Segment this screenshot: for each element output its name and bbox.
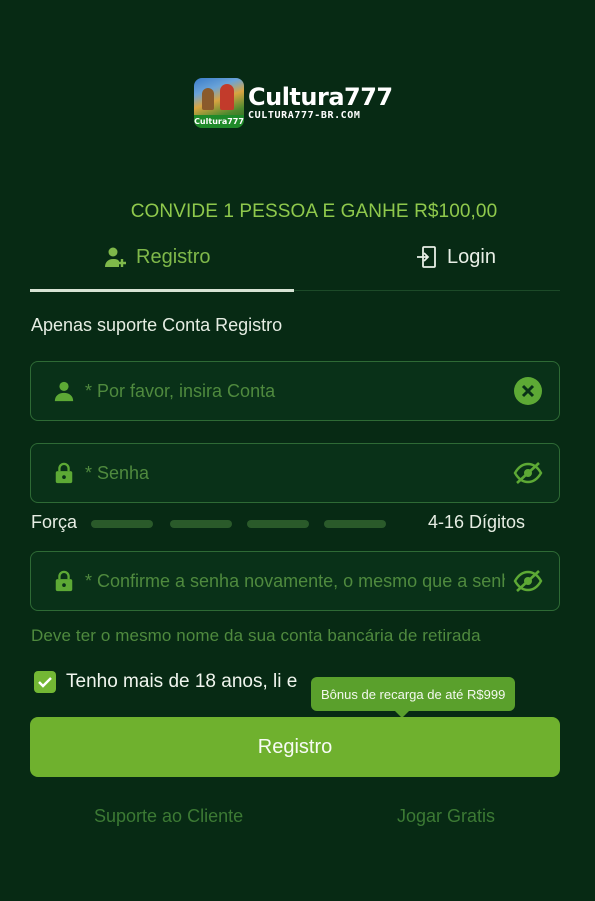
login-icon [417, 246, 436, 268]
add-user-icon [105, 247, 126, 267]
strength-bar [324, 520, 386, 528]
terms-checkbox[interactable] [34, 671, 56, 693]
account-info-text: Apenas suporte Conta Registro [31, 315, 283, 335]
play-free-link[interactable]: Jogar Gratis [397, 806, 495, 827]
logo-image: Cultura777 [194, 78, 244, 128]
clear-icon [514, 377, 542, 405]
account-field [30, 361, 560, 421]
lock-icon [55, 462, 73, 484]
tab-login[interactable]: Login [415, 245, 496, 269]
strength-digits: 4-16 Dígitos [428, 512, 526, 532]
strength-label: Força [31, 512, 78, 532]
bank-name-hint: Deve ter o mesmo nome da sua conta bancá… [31, 626, 481, 645]
terms-text: Tenho mais de 18 anos, li e [66, 671, 298, 692]
strength-bar [247, 520, 309, 528]
eye-off-icon [513, 570, 543, 592]
customer-support-link[interactable]: Suporte ao Cliente [94, 806, 243, 827]
user-icon [54, 381, 74, 402]
recharge-bonus-tooltip: Bônus de recarga de até R$999 [311, 677, 516, 718]
confirm-password-field [30, 551, 560, 611]
eye-off-icon [513, 462, 543, 484]
tab-active-indicator [30, 289, 294, 292]
strength-bar [91, 520, 153, 528]
brand-logo: Cultura777 Cultura777 CULTURA777-BR.COM [194, 78, 393, 128]
toggle-confirm-visibility[interactable] [513, 566, 543, 596]
password-field [30, 443, 560, 503]
toggle-password-visibility[interactable] [513, 458, 543, 488]
promo-banner: CONVIDE 1 PESSOA E GANHE R$100,00 [130, 201, 498, 222]
strength-bar [170, 520, 232, 528]
password-input[interactable] [85, 462, 505, 484]
register-button[interactable]: Registro [30, 717, 560, 777]
confirm-password-input[interactable] [85, 570, 505, 592]
logo-badge-text: Cultura777 [194, 115, 244, 128]
brand-subtitle: CULTURA777-BR.COM [248, 110, 361, 121]
tab-login-label: Login [447, 245, 496, 268]
brand-title: Cultura777 [248, 83, 393, 111]
clear-button[interactable] [513, 376, 543, 406]
tab-register[interactable]: Registro [104, 245, 210, 269]
account-input[interactable] [85, 380, 505, 402]
checkmark-icon [38, 677, 52, 688]
lock-icon [55, 570, 73, 592]
terms-row: Tenho mais de 18 anos, li e [34, 671, 297, 693]
register-page: Cultura777 Cultura777 CULTURA777-BR.COM … [0, 0, 595, 901]
tab-register-label: Registro [136, 245, 211, 268]
